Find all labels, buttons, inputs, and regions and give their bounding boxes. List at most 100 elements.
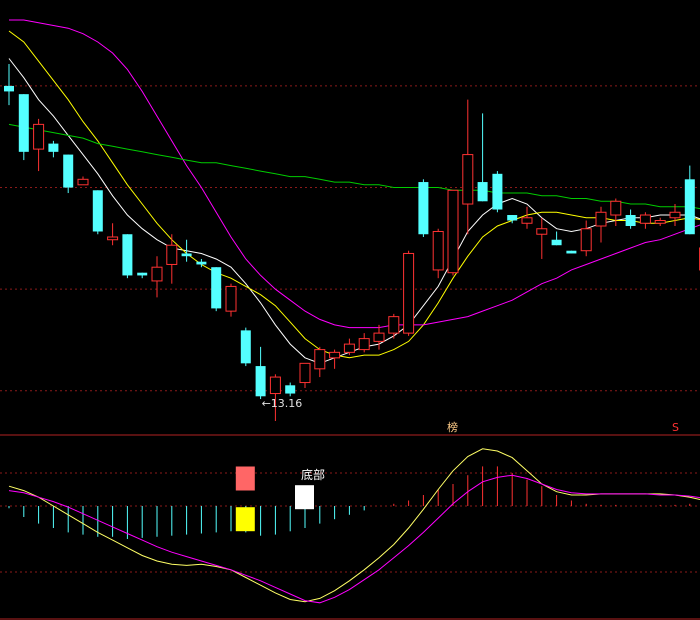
candle — [358, 333, 370, 353]
candle-body — [492, 173, 503, 210]
chart-canvas: ←13.16 榜 S 底部 — [0, 19, 700, 620]
candle-body — [358, 338, 370, 351]
candle-body — [610, 200, 622, 216]
candle — [151, 256, 163, 298]
candle-body — [122, 234, 133, 276]
candle — [4, 63, 14, 106]
candle-body — [4, 85, 14, 92]
candle — [77, 176, 89, 186]
candle-body — [18, 94, 29, 152]
candle-body — [151, 266, 163, 282]
moving-average-line — [8, 58, 700, 364]
candle — [63, 154, 74, 194]
candle — [418, 179, 429, 237]
candle-body — [462, 154, 474, 205]
candle — [566, 250, 577, 254]
moving-average-line — [8, 123, 700, 210]
candle — [684, 165, 695, 235]
candle — [285, 382, 296, 397]
candle-body — [418, 182, 429, 235]
candle-body — [684, 179, 695, 235]
candle-body — [196, 261, 207, 265]
moving-average-line — [8, 30, 700, 359]
candle-body — [240, 330, 251, 364]
candle-body — [329, 351, 341, 359]
candle — [462, 99, 474, 235]
candle — [107, 223, 119, 246]
candle-body — [299, 362, 311, 384]
candle-body — [48, 143, 59, 152]
candle — [492, 171, 503, 213]
candle — [314, 346, 326, 378]
candle-body — [447, 189, 459, 274]
indicator-marker-box — [295, 485, 314, 510]
candle — [166, 234, 178, 284]
macd-dea-line — [8, 474, 700, 604]
candle-body — [595, 211, 607, 227]
candle — [654, 217, 666, 226]
candle — [625, 209, 636, 229]
candle-body — [507, 215, 518, 221]
candle — [595, 206, 607, 243]
candle — [211, 267, 222, 312]
candle-body — [225, 285, 237, 312]
candle — [299, 362, 311, 389]
candle — [48, 140, 59, 158]
candle — [240, 327, 251, 367]
candle-body — [92, 190, 103, 232]
candle — [610, 198, 622, 226]
candle-body — [403, 252, 415, 334]
candle-body — [566, 250, 577, 254]
candle — [33, 118, 45, 172]
candle-body — [373, 332, 385, 342]
candle-body — [536, 228, 548, 235]
candle — [447, 189, 459, 276]
indicator-marker-box — [235, 507, 255, 532]
indicator-marker-box — [235, 466, 255, 491]
candle-body — [166, 244, 178, 265]
candle-body — [551, 239, 562, 246]
candle-body — [314, 349, 326, 370]
candle-body — [580, 228, 592, 252]
candle-body — [521, 217, 533, 224]
candle — [639, 212, 651, 229]
candle — [403, 250, 415, 336]
signal-label: 榜 — [447, 420, 458, 434]
candle — [551, 231, 562, 246]
bottom-signal-label: 底部 — [301, 467, 325, 482]
sell-signal-label: S — [672, 421, 679, 434]
candle-body — [343, 343, 355, 353]
candle-body — [669, 211, 681, 219]
candle-body — [388, 316, 400, 334]
moving-average-line — [9, 19, 700, 329]
candle-body — [625, 215, 636, 226]
candle — [536, 217, 548, 259]
candle-body — [211, 267, 222, 309]
candle-body — [77, 178, 89, 186]
candle — [432, 228, 444, 279]
candle — [137, 272, 148, 279]
candle-body — [654, 220, 666, 224]
candle — [477, 113, 488, 202]
candle-body — [477, 182, 488, 202]
candle-body — [33, 123, 45, 150]
candle-body — [255, 366, 266, 397]
candle-body — [432, 230, 444, 271]
candle-body — [63, 154, 74, 188]
candle — [122, 234, 133, 279]
candle — [373, 324, 385, 350]
stock-chart: ←13.16 榜 S 底部 — [0, 0, 700, 620]
candle — [521, 206, 533, 229]
candle-body — [639, 214, 651, 224]
low-price-label: ←13.16 — [262, 397, 303, 410]
candle — [580, 220, 592, 257]
candle — [18, 94, 29, 161]
candle — [225, 283, 237, 317]
candle — [343, 338, 355, 356]
candle — [92, 190, 103, 235]
candle — [669, 204, 681, 226]
candle-body — [137, 272, 148, 276]
candle-body — [269, 376, 281, 395]
candle-body — [107, 236, 119, 241]
candle-body — [181, 253, 192, 257]
